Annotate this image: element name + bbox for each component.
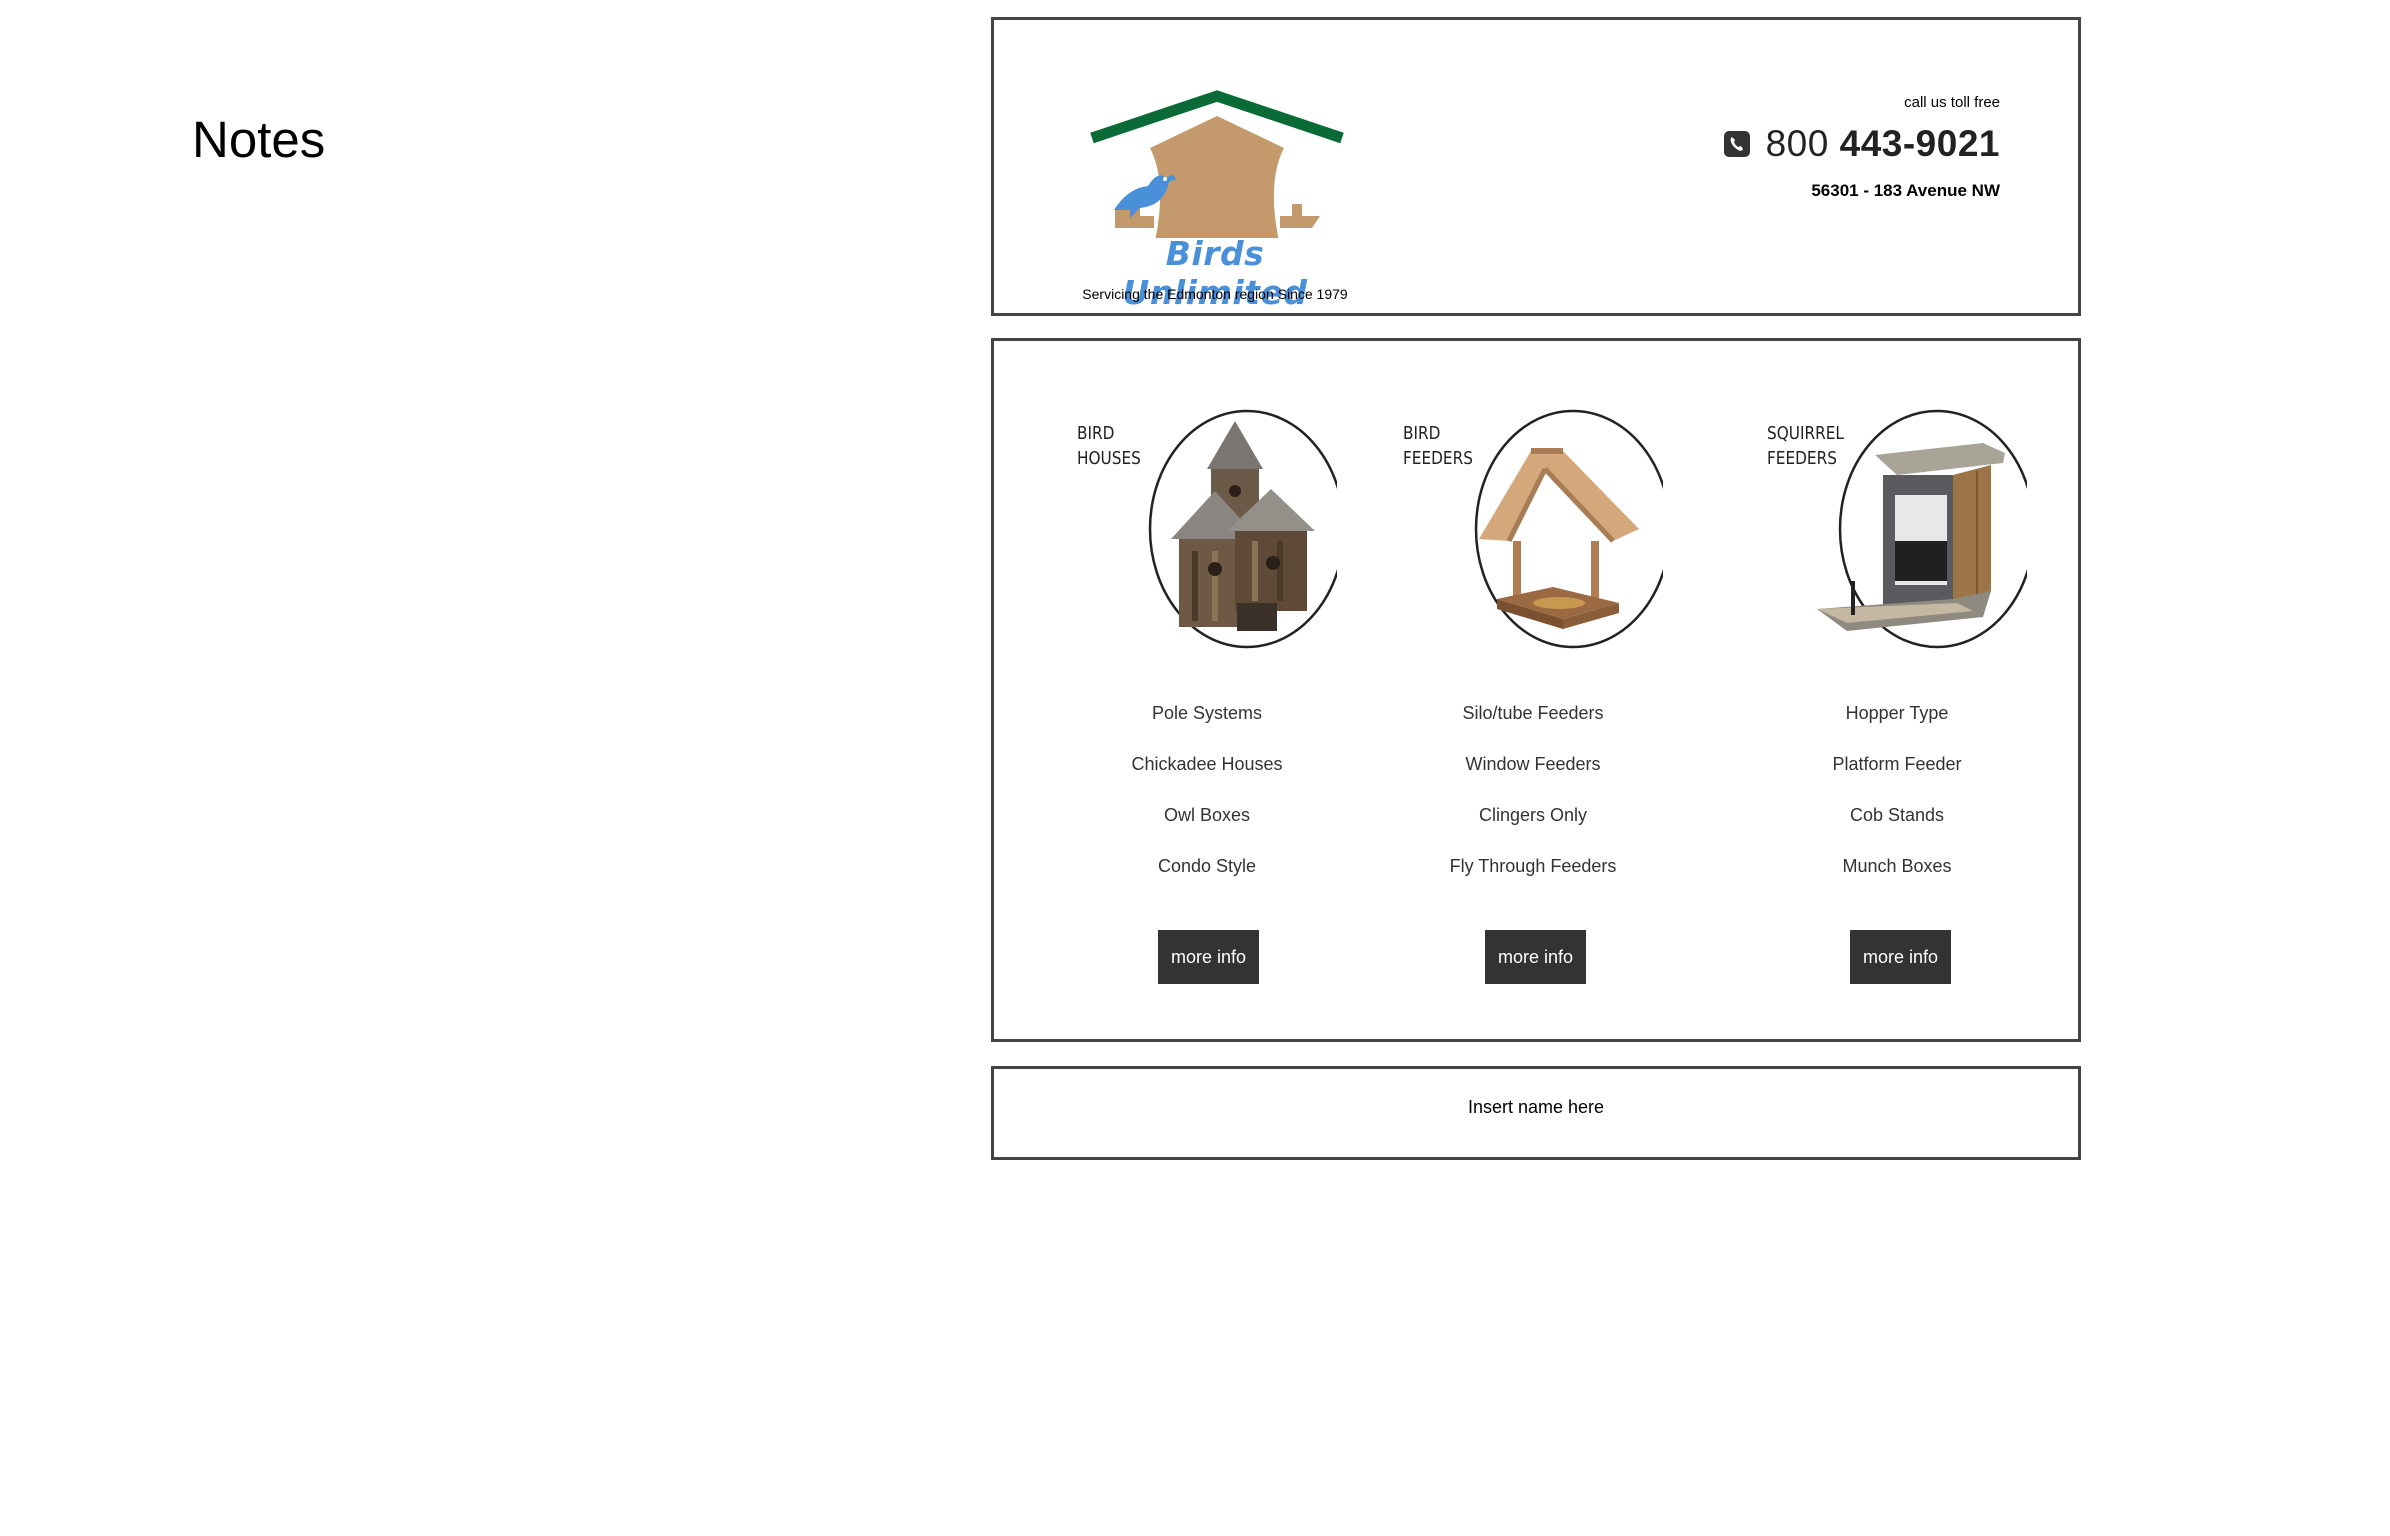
product-list: Silo/tube Feeders Window Feeders Clinger… (1383, 699, 1683, 903)
notes-title: Notes (192, 111, 326, 168)
list-item[interactable]: Munch Boxes (1747, 852, 2047, 903)
list-item[interactable]: Clingers Only (1383, 801, 1683, 852)
list-item[interactable]: Owl Boxes (1057, 801, 1357, 852)
product-list: Hopper Type Platform Feeder Cob Stands M… (1747, 699, 2047, 903)
logo-tagline: Servicing the Edmonton region Since 1979 (1082, 286, 1348, 302)
list-item[interactable]: Silo/tube Feeders (1383, 699, 1683, 750)
list-item[interactable]: Condo Style (1057, 852, 1357, 903)
more-info-button[interactable]: more info (1158, 930, 1259, 984)
logo[interactable]: Birds Unlimited Servicing the Edmonton r… (1070, 68, 1360, 312)
product-column-bird-houses: BIRD HOUSES Pole Systems Chickadee House… (1057, 341, 1357, 1039)
phone-digits: 443-9021 (1839, 123, 2000, 164)
phone-number[interactable]: 800 443-9021 (1766, 123, 2000, 165)
list-item[interactable]: Fly Through Feeders (1383, 852, 1683, 903)
product-column-bird-feeders: BIRD FEEDERS Silo/tube Feeders Window Fe… (1383, 341, 1683, 1039)
phone-icon (1723, 131, 1750, 157)
list-item[interactable]: Window Feeders (1383, 750, 1683, 801)
product-label-line2: FEEDERS (1767, 448, 1837, 469)
more-info-button[interactable]: more info (1850, 930, 1951, 984)
birdhouse-logo-icon (1090, 90, 1344, 246)
product-label-line2: HOUSES (1077, 448, 1141, 469)
more-info-button[interactable]: more info (1485, 930, 1586, 984)
list-item[interactable]: Cob Stands (1747, 801, 2047, 852)
list-item[interactable]: Pole Systems (1057, 699, 1357, 750)
footer-name-placeholder: Insert name here (1467, 1097, 1605, 1117)
product-label-line2: FEEDERS (1403, 448, 1473, 469)
list-item[interactable]: Chickadee Houses (1057, 750, 1357, 801)
products-panel: BIRD HOUSES Pole Systems Chickadee House… (991, 338, 2081, 1042)
product-label: BIRD FEEDERS (1403, 421, 1473, 471)
toll-free-label: call us toll free (1904, 94, 2000, 111)
product-column-squirrel-feeders: SQUIRREL FEEDERS Hopper Type Platform Fe… (1747, 341, 2047, 1039)
list-item[interactable]: Platform Feeder (1747, 750, 2047, 801)
phone-row[interactable]: 800 443-9021 (1723, 123, 2000, 165)
phone-prefix: 800 (1765, 123, 1829, 164)
address: 56301 - 183 Avenue NW (1811, 181, 2000, 200)
header-panel: Birds Unlimited Servicing the Edmonton r… (991, 17, 2081, 316)
product-label: SQUIRREL FEEDERS (1767, 421, 1844, 471)
contact-info: call us toll free 800 443-9021 56301 - 1… (1723, 94, 2000, 201)
product-list: Pole Systems Chickadee Houses Owl Boxes … (1057, 699, 1357, 903)
footer-panel: Insert name here (991, 1066, 2081, 1160)
product-label-line1: SQUIRREL (1767, 423, 1844, 444)
product-label-line1: BIRD (1077, 423, 1115, 444)
product-label: BIRD HOUSES (1077, 421, 1141, 471)
list-item[interactable]: Hopper Type (1747, 699, 2047, 750)
product-label-line1: BIRD (1403, 423, 1441, 444)
